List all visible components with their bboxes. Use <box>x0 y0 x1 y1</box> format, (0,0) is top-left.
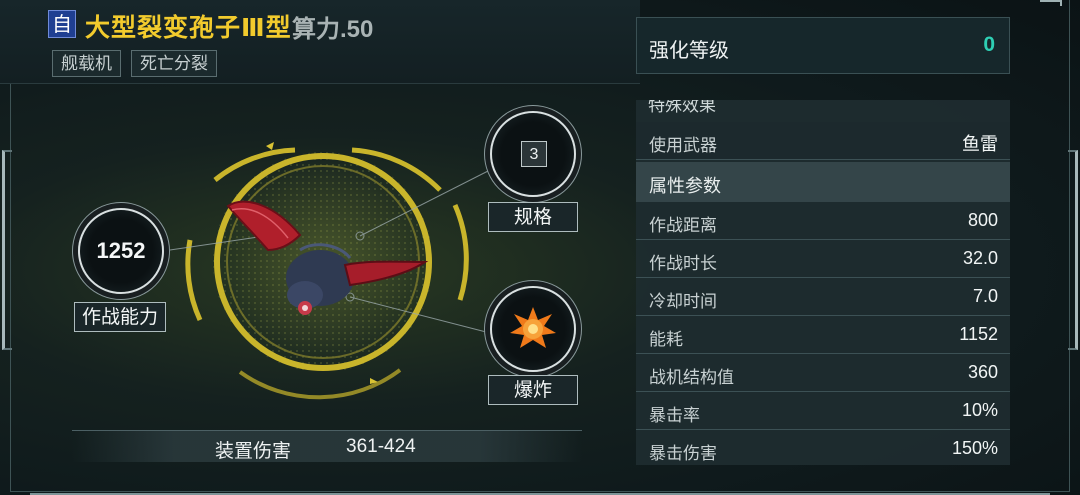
combat-ability-circle: 1252 <box>78 208 164 294</box>
combat-ability-value: 1252 <box>96 238 146 263</box>
special-effect-header: 特殊效果 <box>648 100 716 115</box>
stat-value: 7.0 <box>972 286 998 306</box>
stat-key: 能耗 <box>649 330 683 349</box>
explosion-icon <box>510 307 556 348</box>
device-damage-value: 361-424 <box>346 436 416 457</box>
spec-value: 3 <box>521 141 547 167</box>
stat-key: 暴击伤害 <box>649 444 717 463</box>
stat-row: 作战时长 32.0 <box>636 240 1010 278</box>
stat-row: 冷却时间 7.0 <box>636 278 1010 316</box>
spec-circle: 3 <box>490 111 576 197</box>
stat-row: 暴击伤害 150% <box>636 430 1010 465</box>
params-section-label: 属性参数 <box>649 176 721 196</box>
stat-row: 暴击率 10% <box>636 392 1010 430</box>
stat-key: 冷却时间 <box>649 292 717 311</box>
stat-row: 战机结构值 360 <box>636 354 1010 392</box>
stat-value: 10% <box>961 400 998 420</box>
explode-circle[interactable] <box>490 286 576 372</box>
stat-value: 150% <box>951 438 998 458</box>
params-section-header: 属性参数 <box>636 162 1010 202</box>
stat-value: 360 <box>967 362 998 382</box>
stat-key: 战机结构值 <box>649 368 734 387</box>
device-damage-label: 装置伤害 <box>215 441 292 462</box>
combat-ability-label: 作战能力 <box>74 302 166 332</box>
stats-panel[interactable]: 特殊效果 使用武器 鱼雷 属性参数 作战距离 800 作战时长 32.0 冷却时… <box>636 100 1010 465</box>
stat-row-weapon: 使用武器 鱼雷 <box>636 122 1010 160</box>
stat-value: 1152 <box>959 324 998 344</box>
device-damage-bar: 装置伤害 361-424 <box>72 430 582 462</box>
stat-value: 鱼雷 <box>962 134 998 154</box>
stat-key: 作战时长 <box>649 254 717 273</box>
stat-value: 800 <box>967 210 998 230</box>
explode-label: 爆炸 <box>488 375 578 405</box>
stat-value: 32.0 <box>962 248 998 268</box>
stat-key: 使用武器 <box>649 136 717 155</box>
stat-key: 作战距离 <box>649 216 717 235</box>
stat-row: 作战距离 800 <box>636 202 1010 240</box>
stat-row: 能耗 1152 <box>636 316 1010 354</box>
spec-label: 规格 <box>488 202 578 232</box>
stat-key: 暴击率 <box>649 406 700 425</box>
